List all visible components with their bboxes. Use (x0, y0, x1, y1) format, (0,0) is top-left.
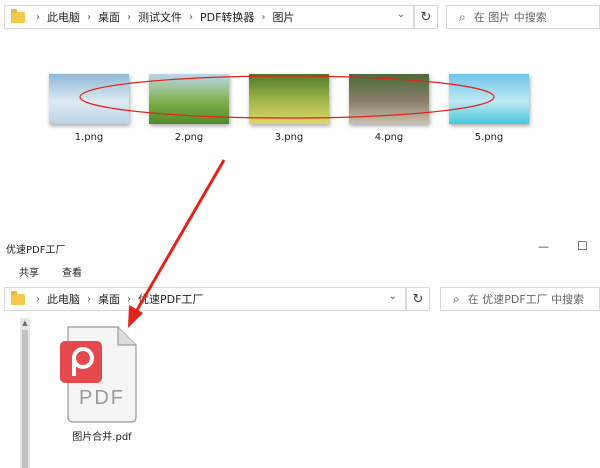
chevron-icon: › (261, 11, 266, 23)
folder-icon (11, 8, 25, 23)
refresh-icon: ↻ (412, 291, 424, 307)
refresh-button[interactable]: ↻ (414, 5, 438, 29)
chevron-icon: › (36, 293, 40, 305)
bottom-search-box[interactable]: ⌕ 在 优速PDF工厂 中搜索 (440, 287, 600, 311)
refresh-icon: ↻ (420, 9, 432, 25)
chevron-icon: › (189, 11, 193, 23)
ribbon-tab-share[interactable]: 共享 (19, 264, 39, 279)
chevron-icon: › (127, 11, 131, 23)
chevron-icon: › (87, 293, 91, 305)
maximize-button[interactable]: ☐ (577, 239, 588, 253)
pdf-icon-text: PDF (79, 387, 125, 409)
file-name: 5.png (474, 132, 504, 143)
minimize-button[interactable]: — (538, 240, 549, 253)
bottom-address-bar[interactable]: › 此电脑 › 桌面 › 优速PDF工厂 ⌄ (4, 287, 406, 311)
breadcrumb-test-files[interactable]: 测试文件 (138, 9, 182, 25)
breadcrumb-pictures[interactable]: 图片 (272, 9, 294, 25)
breadcrumb-desktop[interactable]: 桌面 (98, 9, 120, 25)
chevron-down-icon[interactable]: ⌄ (389, 291, 397, 302)
bottom-title-bar: 优速PDF工厂 — ☐ (0, 237, 600, 259)
search-placeholder: 在 图片 中搜索 (473, 11, 547, 24)
file-name: 2.png (174, 132, 204, 143)
breadcrumb-desktop[interactable]: 桌面 (98, 291, 120, 307)
top-address-bar[interactable]: › 此电脑 › 桌面 › 测试文件 › PDF转换器 › 图片 ⌄ (4, 5, 414, 29)
file-name: 1.png (74, 132, 104, 143)
file-thumbnail[interactable] (449, 74, 529, 124)
pdf-file-icon (60, 326, 137, 423)
scrollbar-thumb[interactable] (22, 330, 28, 468)
file-thumbnail[interactable] (349, 74, 429, 124)
pdf-file-item[interactable]: PDF 图片合并.pdf (52, 322, 152, 446)
folder-icon (11, 290, 25, 305)
breadcrumb-this-pc[interactable]: 此电脑 (47, 291, 80, 307)
chevron-icon: › (127, 293, 131, 305)
window-title: 优速PDF工厂 (6, 245, 66, 256)
chevron-down-icon[interactable]: ⌄ (397, 9, 405, 20)
breadcrumb-pdf-factory[interactable]: 优速PDF工厂 (138, 291, 203, 307)
file-thumbnail[interactable] (249, 74, 329, 124)
ribbon-tab-view[interactable]: 查看 (62, 264, 82, 279)
chevron-icon: › (87, 11, 91, 23)
breadcrumb-this-pc[interactable]: 此电脑 (47, 9, 80, 25)
breadcrumb-pdf-converter[interactable]: PDF转换器 (200, 9, 254, 25)
top-search-box[interactable]: ⌕ 在 图片 中搜索 (446, 5, 600, 29)
refresh-button[interactable]: ↻ (406, 287, 430, 311)
file-thumbnail[interactable] (149, 74, 229, 124)
search-icon: ⌕ (459, 9, 466, 24)
search-placeholder: 在 优速PDF工厂 中搜索 (467, 293, 585, 306)
search-icon: ⌕ (453, 291, 460, 306)
scroll-up-icon[interactable]: ▲ (20, 318, 30, 328)
pdf-file-name: 图片合并.pdf (72, 432, 132, 443)
file-thumbnail[interactable] (49, 74, 129, 124)
file-name: 4.png (374, 132, 404, 143)
file-name: 3.png (274, 132, 304, 143)
chevron-icon: › (36, 11, 40, 23)
